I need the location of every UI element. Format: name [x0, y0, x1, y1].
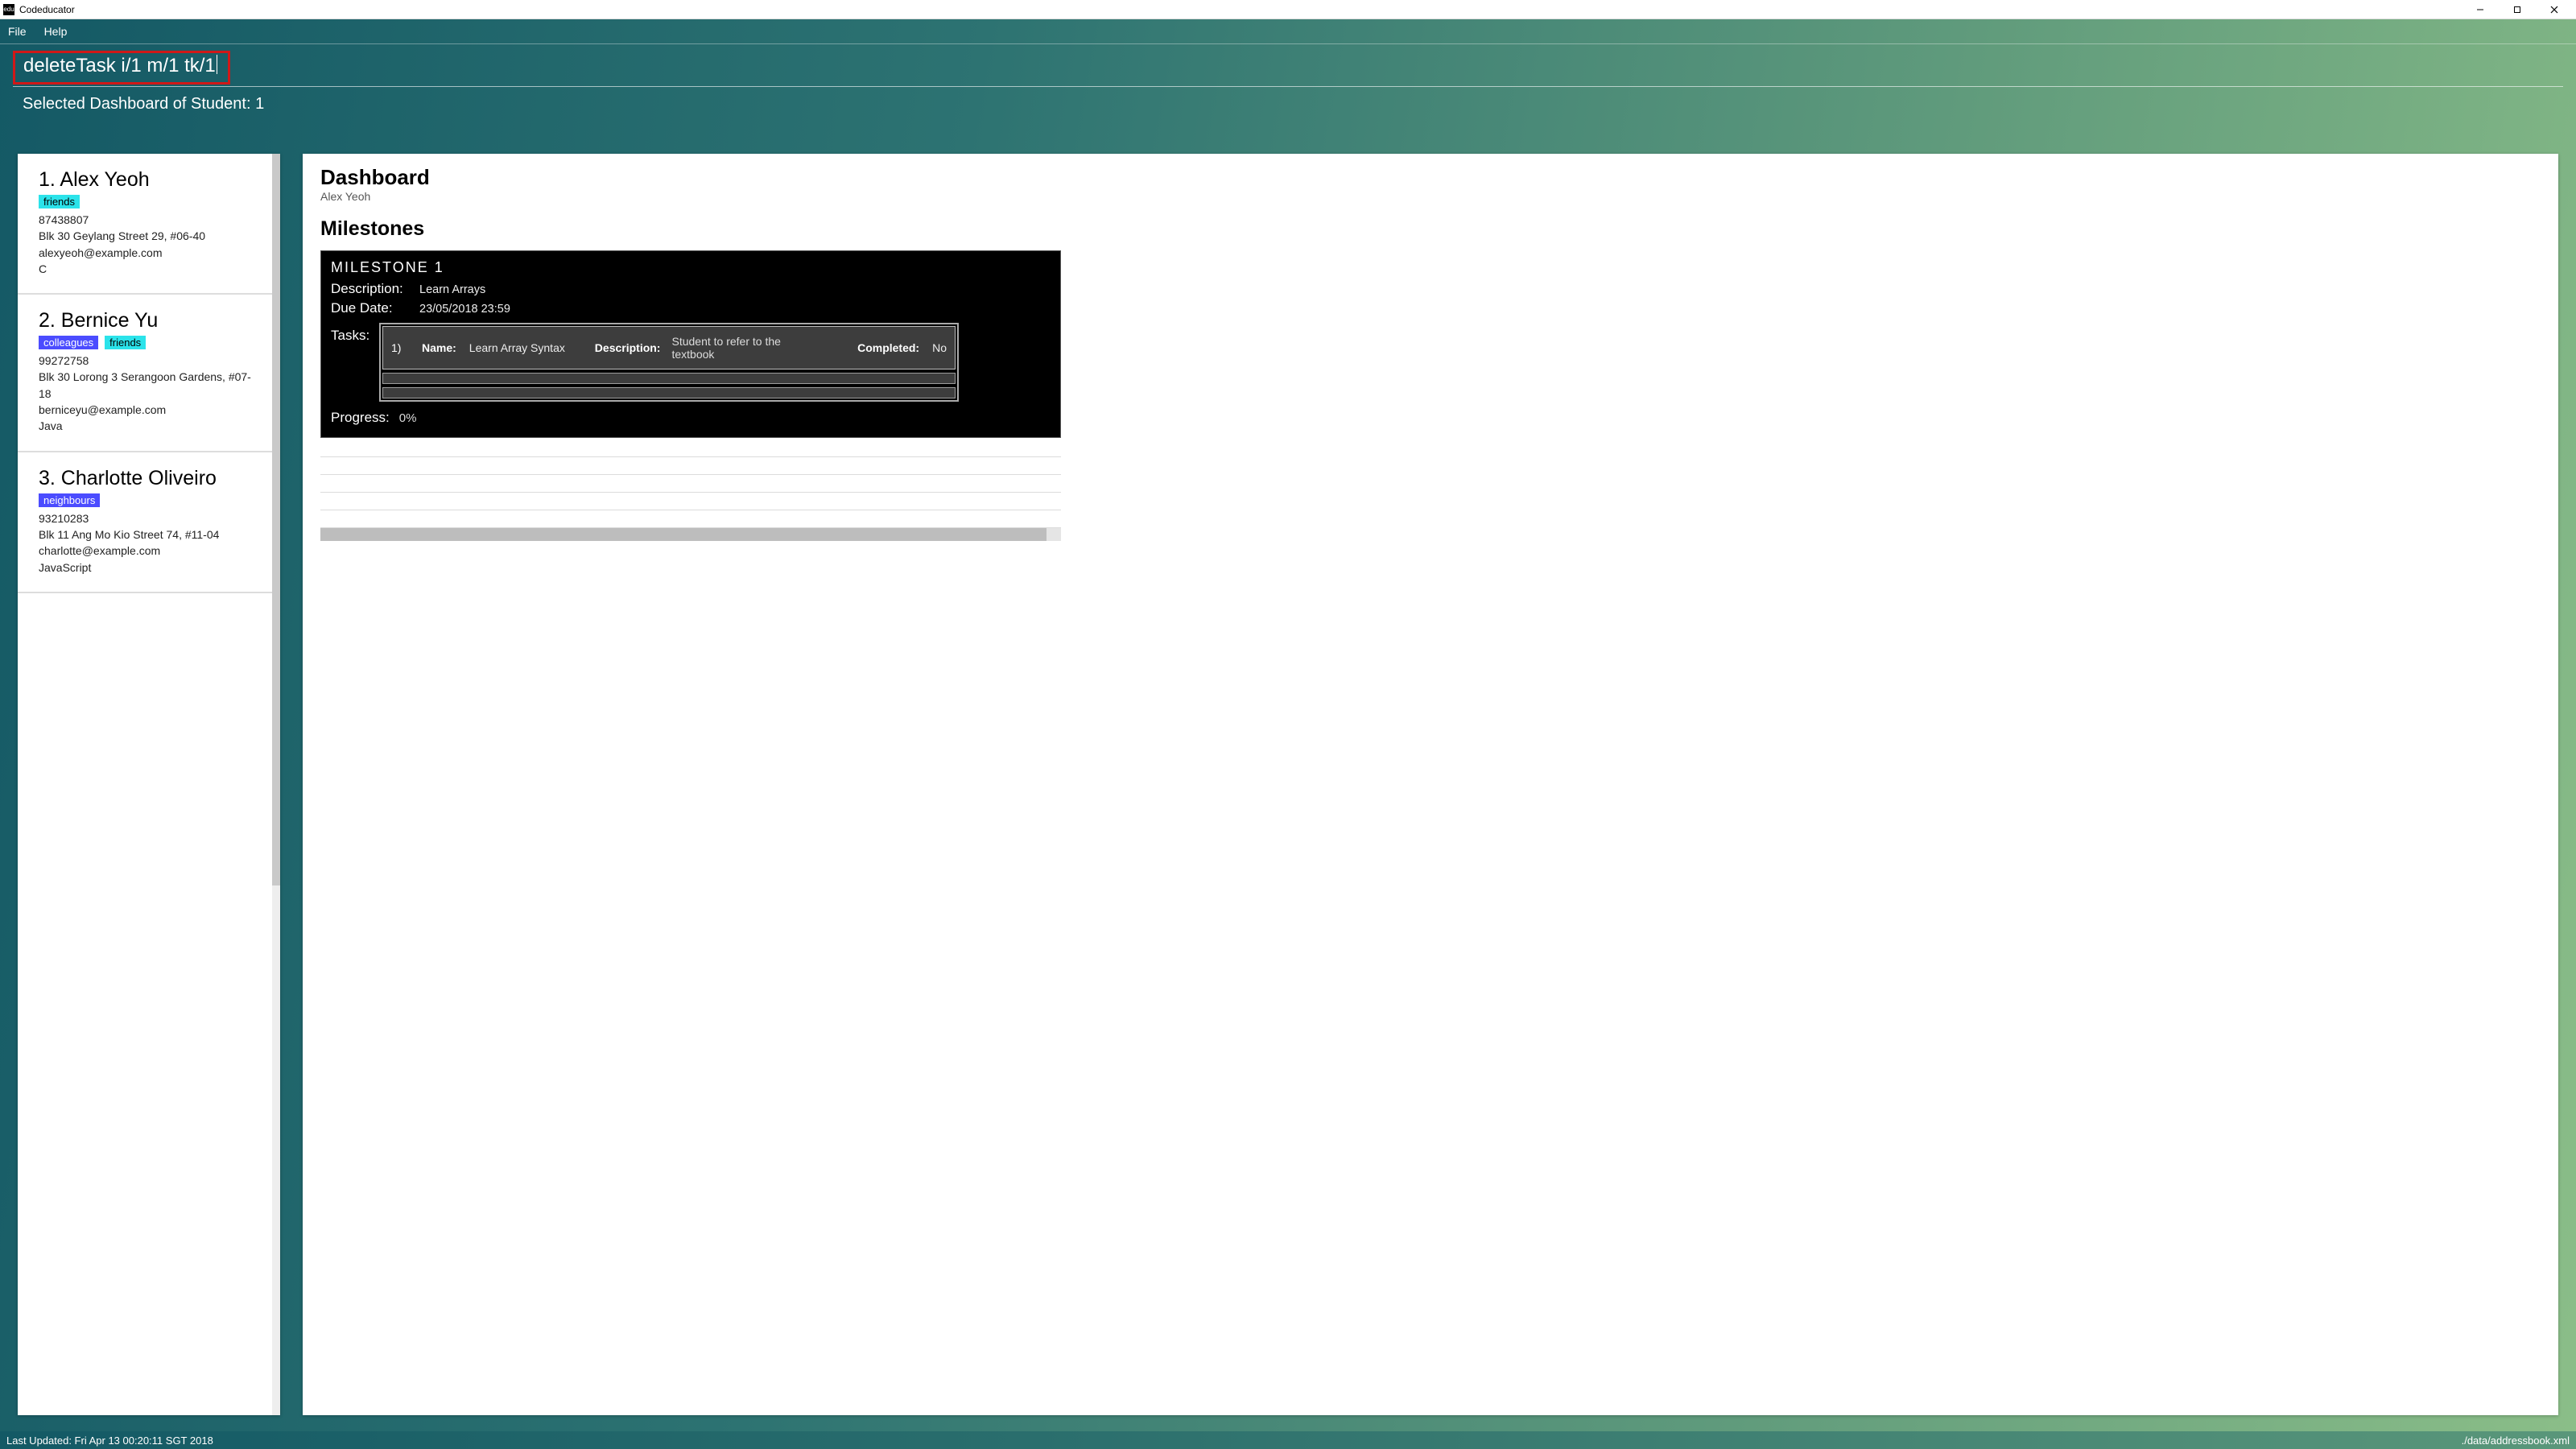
progress-value: 0% — [399, 411, 417, 425]
student-lang: Java — [39, 418, 251, 434]
status-line: Selected Dashboard of Student: 1 — [0, 90, 2576, 122]
milestone-desc-value: Learn Arrays — [419, 283, 485, 296]
list-item — [320, 457, 1061, 475]
tag-neighbours: neighbours — [39, 493, 100, 507]
progress-label: Progress: — [331, 410, 390, 426]
milestone-desc-label: Description: — [331, 281, 411, 297]
dashboard-panel: Dashboard Alex Yeoh Milestones MILESTONE… — [303, 154, 2558, 1415]
task-row[interactable]: 1) Name: Learn Array Syntax Description:… — [382, 326, 956, 369]
window-titlebar: edu Codeducator — [0, 0, 2576, 19]
milestone-due-value: 23/05/2018 23:59 — [419, 303, 510, 316]
task-row-empty — [382, 373, 956, 384]
statusbar: Last Updated: Fri Apr 13 00:20:11 SGT 20… — [0, 1431, 2576, 1449]
tag-row: neighbours — [39, 493, 251, 507]
list-scrollbar-thumb[interactable] — [272, 154, 280, 886]
dashboard-title: Dashboard — [320, 165, 2541, 190]
student-email: charlotte@example.com — [39, 543, 251, 559]
student-phone: 99272758 — [39, 353, 251, 369]
tag-friends: friends — [39, 195, 80, 208]
student-phone: 87438807 — [39, 212, 251, 228]
student-list-panel: 1. Alex Yeoh friends 87438807Blk 30 Geylan… — [18, 154, 280, 1415]
student-name: 2. Bernice Yu — [39, 309, 251, 332]
list-item — [320, 440, 1061, 457]
task-desc-value: Student to refer to the textbook — [671, 335, 808, 361]
student-lang: JavaScript — [39, 559, 251, 576]
menu-help[interactable]: Help — [44, 25, 68, 38]
task-completed-label: Completed: — [857, 341, 919, 354]
student-card[interactable]: 1. Alex Yeoh friends 87438807Blk 30 Geylan… — [18, 154, 272, 295]
student-email: alexyeoh@example.com — [39, 245, 251, 261]
list-item — [320, 475, 1061, 493]
command-underline — [13, 86, 2563, 87]
list-item — [320, 510, 1061, 528]
student-address: Blk 30 Geylang Street 29, #06-40 — [39, 228, 251, 244]
student-card[interactable]: 2. Bernice Yu colleagues friends 99272758Bl… — [18, 295, 272, 452]
menubar: File Help — [0, 19, 2576, 44]
window-title: Codeducator — [19, 4, 75, 15]
task-row-empty — [382, 387, 956, 398]
milestones-heading: Milestones — [320, 217, 2541, 241]
command-input[interactable]: deleteTask i/1 m/1 tk/1 — [13, 51, 230, 85]
milestone-list-extra — [320, 440, 1061, 541]
student-name: 1. Alex Yeoh — [39, 168, 251, 192]
minimize-button[interactable] — [2462, 0, 2499, 19]
student-phone: 93210283 — [39, 510, 251, 526]
tag-row: friends — [39, 195, 251, 208]
task-completed-value: No — [932, 341, 947, 354]
menu-file[interactable]: File — [8, 25, 27, 38]
milestone-due-label: Due Date: — [331, 300, 411, 316]
task-index: 1) — [391, 341, 409, 354]
student-name: 3. Charlotte Oliveiro — [39, 467, 251, 490]
tag-friends: friends — [105, 336, 146, 349]
horizontal-scrollbar[interactable] — [320, 528, 1061, 541]
list-item — [320, 493, 1061, 510]
student-address: Blk 11 Ang Mo Kio Street 74, #11-04 — [39, 526, 251, 543]
student-lang: C — [39, 261, 251, 277]
app-icon: edu — [3, 4, 14, 15]
tasks-label: Tasks: — [331, 323, 371, 344]
student-email: berniceyu@example.com — [39, 402, 251, 418]
milestone-title: MILESTONE 1 — [331, 259, 1051, 276]
tasks-list: 1) Name: Learn Array Syntax Description:… — [379, 323, 959, 402]
task-desc-label: Description: — [595, 341, 661, 354]
close-button[interactable] — [2536, 0, 2573, 19]
tag-row: colleagues friends — [39, 336, 251, 349]
student-address: Blk 30 Lorong 3 Serangoon Gardens, #07-1… — [39, 369, 251, 402]
milestone-card: MILESTONE 1 Description: Learn Arrays Du… — [320, 250, 1061, 438]
task-name-label: Name: — [422, 341, 456, 354]
student-card[interactable]: 3. Charlotte Oliveiro neighbours 93210283B… — [18, 452, 272, 593]
statusbar-last-updated: Last Updated: Fri Apr 13 00:20:11 SGT 20… — [6, 1435, 213, 1447]
horizontal-scrollbar-thumb[interactable] — [320, 528, 1046, 541]
command-input-text: deleteTask i/1 m/1 tk/1 — [23, 55, 216, 76]
maximize-button[interactable] — [2499, 0, 2536, 19]
statusbar-datafile: ./data/addressbook.xml — [2462, 1435, 2570, 1447]
tag-colleagues: colleagues — [39, 336, 98, 349]
task-name-value: Learn Array Syntax — [469, 341, 582, 354]
dashboard-subtitle: Alex Yeoh — [320, 190, 2541, 203]
